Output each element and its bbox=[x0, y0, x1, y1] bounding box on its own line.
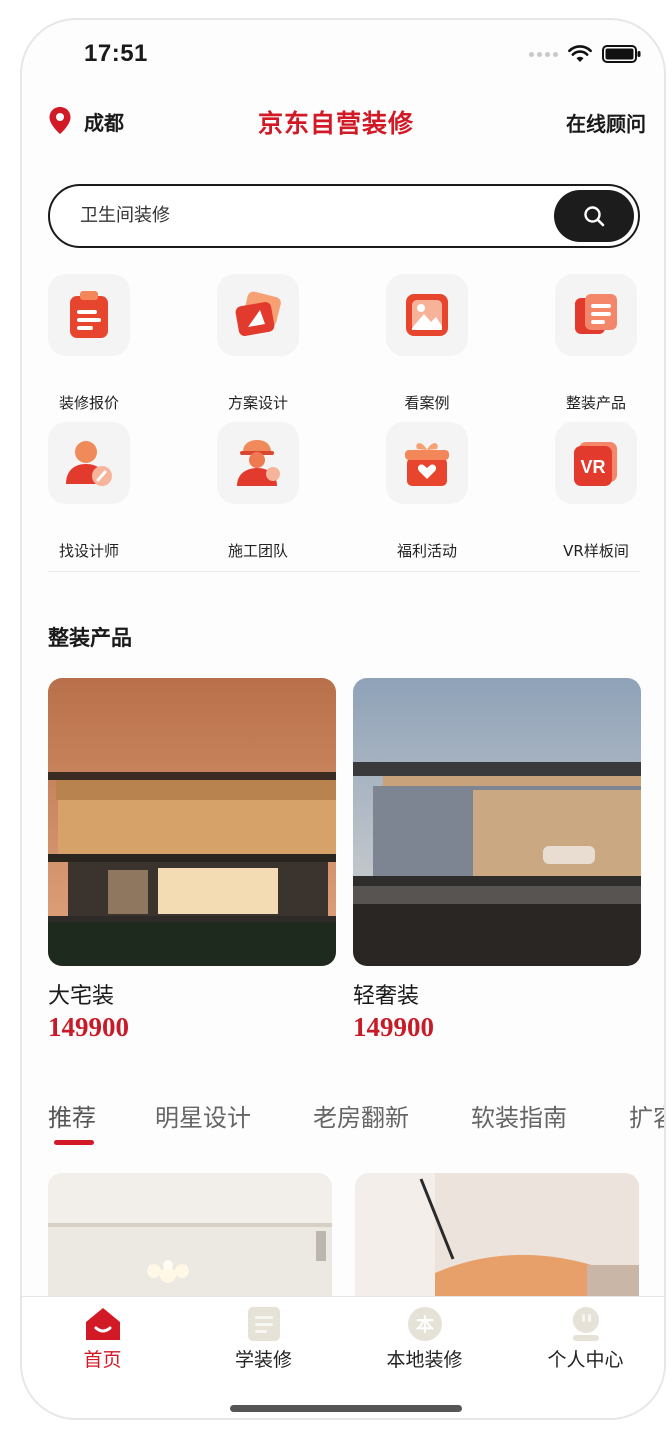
section-divider bbox=[48, 571, 640, 572]
profile-icon bbox=[565, 1303, 607, 1345]
product-card[interactable]: 大宅装 149900 bbox=[48, 678, 336, 1043]
nav-label: 学装修 bbox=[234, 1349, 292, 1371]
product-name: 大宅装 bbox=[48, 984, 115, 1009]
construction-worker-icon bbox=[217, 422, 299, 504]
design-plan-icon bbox=[217, 274, 299, 356]
location-pin-icon bbox=[49, 107, 71, 134]
nav-learn[interactable]: 学装修 bbox=[183, 1297, 344, 1418]
nav-label: 首页 bbox=[83, 1349, 122, 1371]
vr-badge: VR bbox=[580, 457, 605, 477]
gift-box-icon bbox=[386, 422, 468, 504]
wifi-icon bbox=[568, 45, 592, 62]
tab-expansion[interactable]: 扩容 bbox=[629, 1098, 664, 1133]
vr-showroom-icon: VR bbox=[555, 422, 637, 504]
quick-label: 装修报价 bbox=[58, 394, 119, 412]
product-image-villa bbox=[48, 678, 336, 966]
active-tab-indicator bbox=[54, 1140, 94, 1145]
home-indicator bbox=[230, 1405, 462, 1412]
home-icon bbox=[82, 1303, 124, 1345]
city-label: 成都 bbox=[84, 110, 124, 135]
nav-label: 个人中心 bbox=[547, 1349, 624, 1371]
status-icons bbox=[529, 44, 642, 64]
quick-label: 整装产品 bbox=[565, 394, 626, 412]
nav-home[interactable]: 首页 bbox=[22, 1297, 183, 1418]
battery-icon bbox=[602, 45, 641, 63]
quick-label: 福利活动 bbox=[396, 542, 457, 560]
quick-label: 方案设计 bbox=[227, 394, 288, 412]
search-bar[interactable] bbox=[48, 184, 640, 248]
section-title: 整装产品 bbox=[48, 626, 132, 650]
brand-title: 京东自营装修 bbox=[258, 109, 415, 138]
location-selector[interactable]: 成都 bbox=[48, 106, 124, 136]
tab-old-house-renovation[interactable]: 老房翻新 bbox=[313, 1098, 409, 1133]
product-card[interactable]: 轻奢装 149900 bbox=[353, 678, 641, 1043]
learn-doc-icon bbox=[243, 1303, 285, 1345]
nav-label: 本地装修 bbox=[386, 1349, 463, 1371]
nav-profile[interactable]: 个人中心 bbox=[505, 1297, 664, 1418]
tab-star-design[interactable]: 明星设计 bbox=[155, 1098, 251, 1133]
product-name: 轻奢装 bbox=[353, 984, 420, 1009]
quick-label: 找设计师 bbox=[58, 542, 119, 560]
local-ben-icon: 本 bbox=[404, 1303, 446, 1345]
tab-recommend[interactable]: 推荐 bbox=[48, 1098, 96, 1133]
tab-soft-decoration-guide[interactable]: 软装指南 bbox=[471, 1098, 567, 1133]
quick-label: 施工团队 bbox=[227, 542, 288, 560]
status-time: 17:51 bbox=[84, 40, 148, 67]
bottom-nav: 首页 学装修 本 本地装修 个人中心 bbox=[22, 1296, 664, 1418]
product-price: 149900 bbox=[48, 1012, 129, 1042]
product-price: 149900 bbox=[353, 1012, 434, 1042]
designer-person-icon bbox=[48, 422, 130, 504]
feed-card[interactable] bbox=[48, 1173, 332, 1303]
product-image-light-luxury bbox=[353, 678, 641, 966]
case-gallery-icon bbox=[386, 274, 468, 356]
quote-clipboard-icon bbox=[48, 274, 130, 356]
local-badge: 本 bbox=[416, 1314, 434, 1336]
package-product-icon bbox=[555, 274, 637, 356]
nav-local[interactable]: 本 本地装修 bbox=[344, 1297, 505, 1418]
category-tabs: 推荐 明星设计 老房翻新 软装指南 扩容 bbox=[48, 1098, 664, 1148]
online-consultant-link[interactable]: 在线顾问 bbox=[566, 108, 646, 137]
phone-screen: 17:51 成都 京东自营装修 在线顾问 卫生间装修 装修报价 方案设计 看案例… bbox=[20, 18, 666, 1420]
feed-card[interactable] bbox=[355, 1173, 639, 1303]
search-icon bbox=[584, 206, 605, 227]
search-button[interactable] bbox=[554, 190, 634, 242]
quick-label: VR样板间 bbox=[563, 542, 629, 560]
cellular-signal-icon bbox=[529, 51, 558, 57]
quick-label: 看案例 bbox=[404, 394, 450, 412]
search-input[interactable] bbox=[80, 203, 520, 224]
